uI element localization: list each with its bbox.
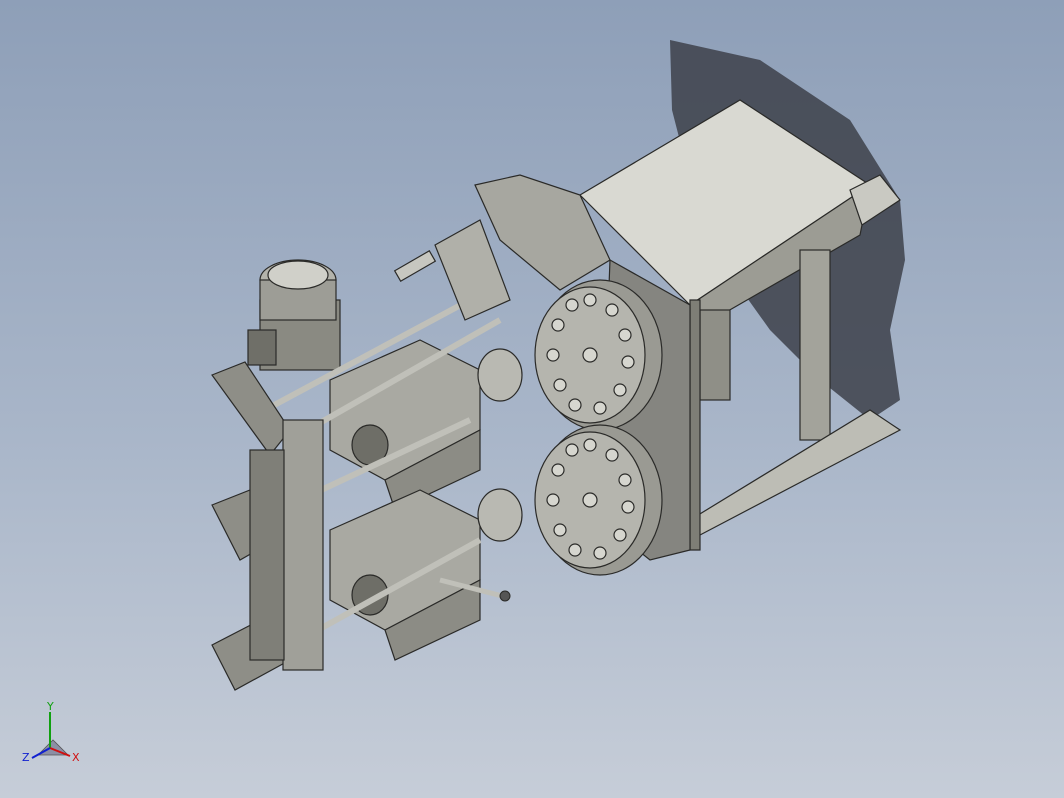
triad-z-label: Z [22,751,30,764]
frame-base-side [689,299,701,551]
triad-x-label: X [72,751,80,764]
model-viewport[interactable] [0,0,1064,798]
adjustment-bracket [393,219,511,321]
electric-motor [247,259,341,371]
discharge-chutes [211,361,324,691]
upper-cutter-disc [534,279,663,431]
lower-cutter-disc [534,424,663,576]
triad-y-label: Y [46,700,54,713]
coordinate-triad: Y X Z [22,700,80,764]
frame-base-plate [689,409,902,536]
frame-leg-front [799,249,831,441]
lower-gearbox [329,488,523,661]
frame-leg-back [699,309,731,401]
